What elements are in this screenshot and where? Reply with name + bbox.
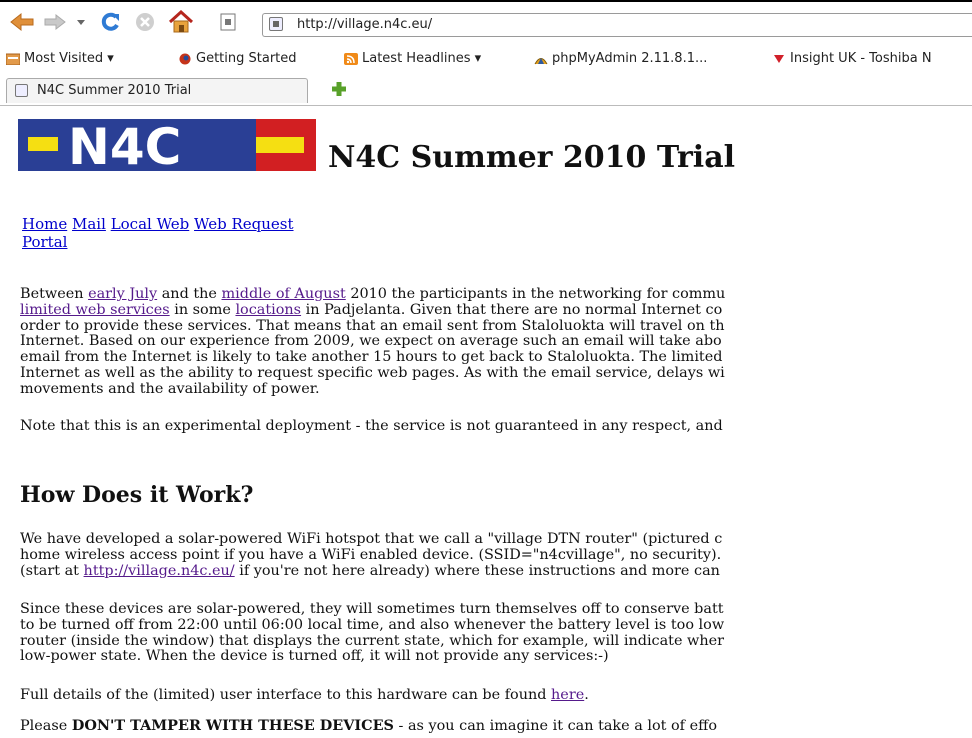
forward-arrow-icon[interactable] xyxy=(42,10,68,34)
text: and the xyxy=(157,286,222,302)
text: . xyxy=(584,687,589,703)
intro-line: limited web services in some locations i… xyxy=(20,301,972,319)
link-early-july[interactable]: early July xyxy=(88,286,157,302)
navigation-toolbar: http://village.n4c.eu/ xyxy=(0,4,972,40)
intro-paragraph: Between early July and the middle of Aug… xyxy=(20,286,972,398)
bookmark-insight-uk[interactable]: Insight UK - Toshiba N xyxy=(772,51,932,66)
stop-icon[interactable] xyxy=(132,10,158,34)
window-top-border xyxy=(0,0,972,2)
n4c-logo: N4C xyxy=(18,118,316,176)
folder-icon xyxy=(6,53,20,65)
logo-text: N4C xyxy=(68,119,181,171)
how-line: home wireless access point if you have a… xyxy=(20,546,722,563)
history-dropdown-icon[interactable] xyxy=(74,10,88,34)
text: in some xyxy=(169,301,236,318)
page-icon xyxy=(15,84,28,97)
url-text[interactable]: http://village.n4c.eu/ xyxy=(297,17,432,32)
reload-icon[interactable] xyxy=(96,10,124,34)
site-identity-icon[interactable] xyxy=(269,17,283,31)
intro-line: Internet as well as the ability to reque… xyxy=(20,364,725,381)
page-title: N4C Summer 2010 Trial xyxy=(328,140,736,175)
bookmark-label: Insight UK - Toshiba N xyxy=(790,51,932,66)
tab-title: N4C Summer 2010 Trial xyxy=(37,83,192,98)
firefox-icon xyxy=(179,53,191,64)
bookmark-most-visited[interactable]: Most Visited ▾ xyxy=(6,51,114,66)
insight-icon xyxy=(774,54,784,63)
bookmark-label: Most Visited ▾ xyxy=(24,51,114,66)
how-does-it-work-heading: How Does it Work? xyxy=(20,482,254,508)
site-navigation: Home Mail Local Web Web Request Portal xyxy=(22,215,312,251)
how-line: to be turned off from 22:00 until 06:00 … xyxy=(20,616,725,633)
how-line: Since these devices are solar-powered, t… xyxy=(20,601,724,617)
how-line: We have developed a solar-powered WiFi h… xyxy=(20,531,723,547)
intro-line: order to provide these services. That me… xyxy=(20,317,725,334)
browser-chrome: http://village.n4c.eu/ Most Visited ▾ Ge… xyxy=(0,0,972,110)
nav-link-home[interactable]: Home xyxy=(22,215,67,233)
link-here[interactable]: here xyxy=(551,687,584,703)
intro-line: Internet. Based on our experience from 2… xyxy=(20,333,722,350)
link-limited-web-services[interactable]: limited web services xyxy=(20,302,170,318)
rss-icon xyxy=(344,52,358,65)
url-bar[interactable]: http://village.n4c.eu/ xyxy=(262,13,972,37)
text: - as you can imagine it can take a lot o… xyxy=(393,718,717,734)
text: (start at xyxy=(20,562,84,579)
experimental-note: Note that this is an experimental deploy… xyxy=(20,418,723,434)
tab-strip-border xyxy=(0,105,972,106)
bookmark-latest-headlines[interactable]: Latest Headlines ▾ xyxy=(344,51,481,66)
how-paragraph-1: We have developed a solar-powered WiFi h… xyxy=(20,531,972,580)
bookmark-label: Latest Headlines ▾ xyxy=(362,51,482,66)
bookmark-label: phpMyAdmin 2.11.8.1... xyxy=(552,51,708,66)
plus-icon[interactable] xyxy=(330,80,348,98)
bookmark-getting-started[interactable]: Getting Started xyxy=(178,51,297,66)
warning-bold: DON'T TAMPER WITH THESE DEVICES xyxy=(71,717,394,734)
how-line: low-power state. When the device is turn… xyxy=(20,648,609,665)
nav-link-mail[interactable]: Mail xyxy=(72,215,106,233)
how-line: (start at http://village.n4c.eu/ if you'… xyxy=(20,562,972,580)
link-locations[interactable]: locations xyxy=(235,302,301,318)
bookmarks-toolbar: Most Visited ▾ Getting Started Latest He… xyxy=(0,46,972,72)
bookmark-label: Getting Started xyxy=(196,51,297,66)
text: Please xyxy=(20,718,72,734)
intro-line: movements and the availability of power. xyxy=(20,380,320,397)
intro-line: email from the Internet is likely to tak… xyxy=(20,349,723,366)
how-paragraph-4: Please DON'T TAMPER WITH THESE DEVICES -… xyxy=(20,718,972,735)
how-paragraph-3: Full details of the (limited) user inter… xyxy=(20,687,972,704)
phpmyadmin-icon xyxy=(534,57,548,64)
home-icon[interactable] xyxy=(166,10,196,34)
text: 2010 the participants in the networking … xyxy=(345,286,726,302)
toolbar-separator-icon xyxy=(218,10,238,34)
text: Full details of the (limited) user inter… xyxy=(20,687,552,703)
nav-link-local-web[interactable]: Local Web xyxy=(111,215,190,233)
text: if you're not here already) where these … xyxy=(234,562,720,579)
text: in Padjelanta. Given that there are no n… xyxy=(301,301,723,318)
link-middle-of-august[interactable]: middle of August xyxy=(222,286,346,302)
bookmark-phpmyadmin[interactable]: phpMyAdmin 2.11.8.1... xyxy=(534,51,707,66)
back-arrow-icon[interactable] xyxy=(8,10,36,34)
tab-strip: N4C Summer 2010 Trial xyxy=(0,76,972,106)
text: Between xyxy=(20,286,89,302)
intro-line: Between early July and the middle of Aug… xyxy=(20,286,972,303)
tab-n4c[interactable]: N4C Summer 2010 Trial xyxy=(6,78,308,103)
how-line: router (inside the window) that displays… xyxy=(20,632,725,649)
link-village-n4c[interactable]: http://village.n4c.eu/ xyxy=(84,563,235,579)
how-paragraph-2: Since these devices are solar-powered, t… xyxy=(20,601,972,665)
